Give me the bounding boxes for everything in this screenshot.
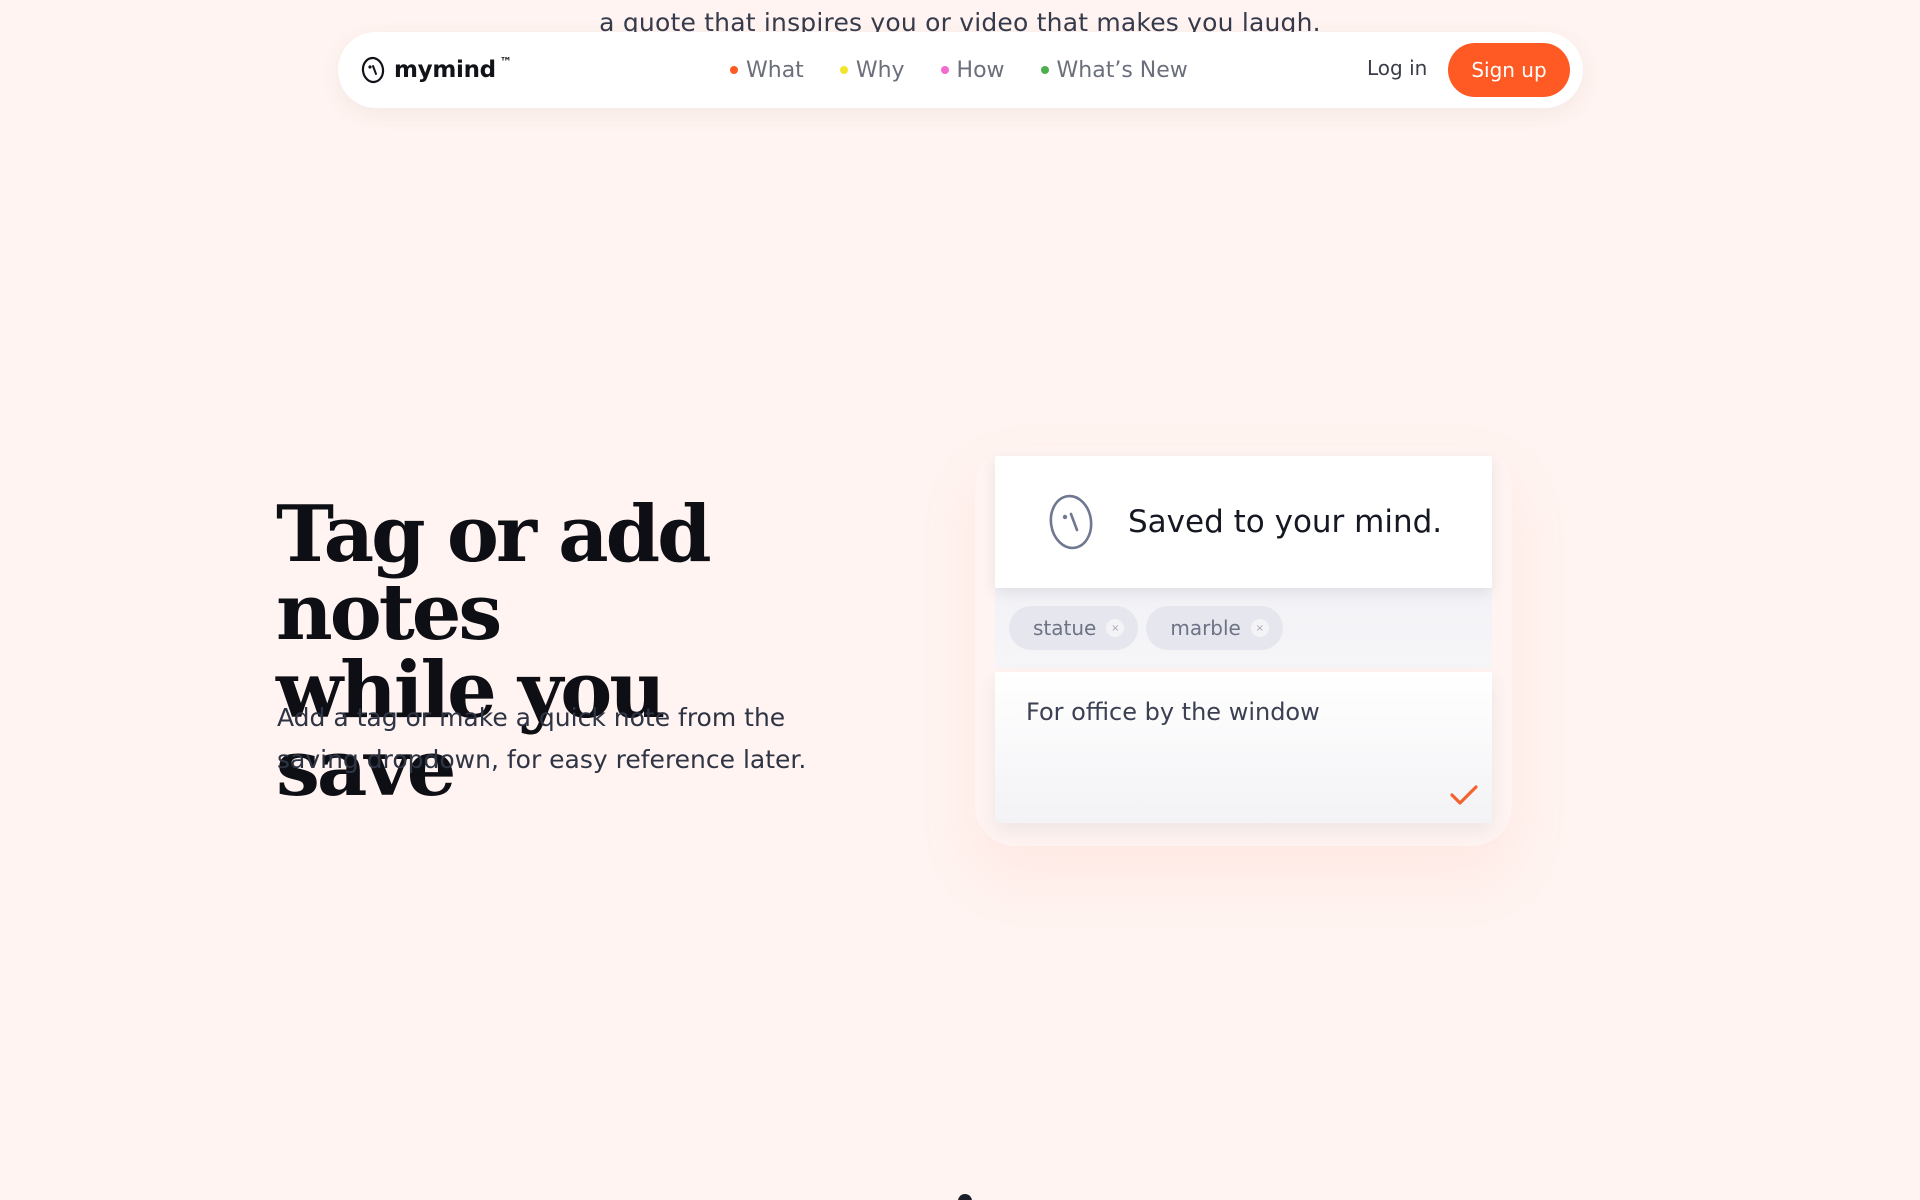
- tag-label: marble: [1170, 616, 1241, 640]
- scroll-indicator: [958, 1194, 972, 1200]
- nav-dot-icon: [730, 66, 738, 74]
- page: a quote that inspires you or video that …: [0, 0, 1920, 1200]
- trademark-symbol: ™: [499, 55, 512, 69]
- note-panel: [995, 672, 1492, 823]
- tag-remove-icon[interactable]: ×: [1106, 619, 1125, 637]
- saved-message: Saved to your mind.: [1128, 504, 1443, 540]
- top-navbar: mymind ™ What Why How What’s New Log in …: [338, 32, 1583, 108]
- nav-link-label: How: [956, 57, 1005, 83]
- login-link[interactable]: Log in: [1367, 56, 1427, 80]
- note-input[interactable]: [1026, 698, 1446, 726]
- brand-name: mymind: [394, 57, 496, 83]
- hero-description: Add a tag or make a quick note from the …: [277, 703, 807, 774]
- tag-remove-icon[interactable]: ×: [1250, 619, 1269, 637]
- nav-link-how[interactable]: How: [940, 57, 1005, 83]
- tag-label: statue: [1033, 616, 1097, 640]
- brand-logo[interactable]: mymind ™: [360, 54, 512, 86]
- save-dropdown-card: Saved to your mind. statue × marble ×: [995, 456, 1492, 823]
- nav-dot-icon: [839, 66, 848, 74]
- mymind-logo-icon: [1049, 494, 1093, 550]
- tags-strip: statue × marble ×: [995, 588, 1492, 668]
- mymind-logo-icon: [361, 56, 385, 84]
- check-icon[interactable]: [1450, 784, 1478, 806]
- nav-links: What Why How What’s New: [730, 32, 1224, 108]
- saved-confirmation-panel: Saved to your mind.: [995, 456, 1492, 588]
- hero-title-line: Tag or add notes: [276, 489, 712, 658]
- tag-chip-statue: statue ×: [1009, 606, 1139, 650]
- tag-chip-marble: marble ×: [1146, 606, 1283, 650]
- nav-link-label: What: [746, 57, 804, 83]
- nav-dot-icon: [1040, 66, 1049, 74]
- nav-link-what[interactable]: What: [730, 58, 804, 83]
- signup-button[interactable]: Sign up: [1448, 43, 1570, 97]
- nav-link-label: What’s New: [1056, 57, 1188, 83]
- nav-dot-icon: [940, 66, 949, 74]
- nav-link-whats-new[interactable]: What’s New: [1040, 57, 1188, 83]
- nav-link-label: Why: [855, 57, 905, 83]
- nav-link-why[interactable]: Why: [839, 57, 905, 83]
